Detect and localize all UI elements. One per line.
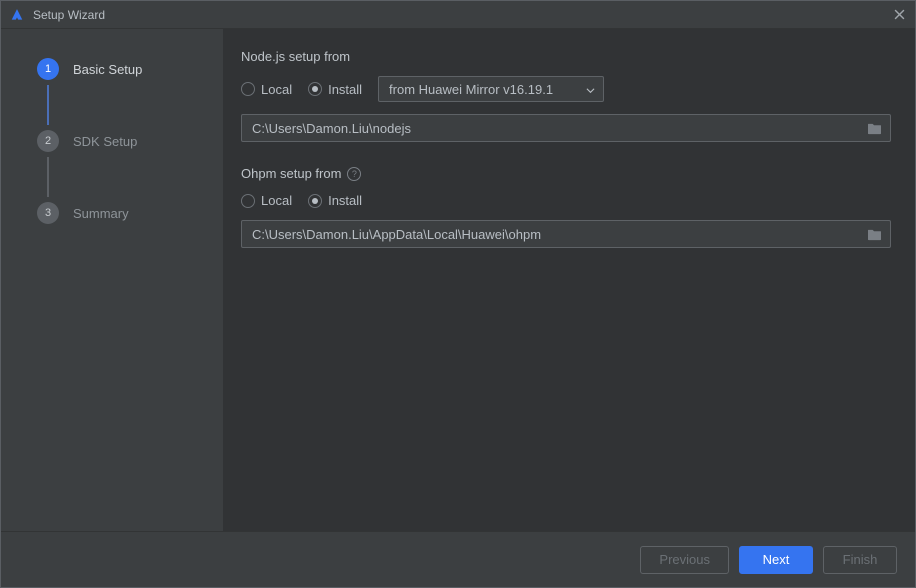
wizard-body: 1 Basic Setup 2 SDK Setup 3 Summary Node…: [1, 29, 915, 531]
window-title: Setup Wizard: [33, 8, 891, 22]
ohpm-local-radio[interactable]: Local: [241, 193, 292, 208]
radio-label: Install: [328, 193, 362, 208]
setup-wizard-window: Setup Wizard 1 Basic Setup 2 SDK Setup 3…: [0, 0, 916, 588]
folder-browse-icon[interactable]: [867, 228, 882, 241]
step-connector: [47, 157, 49, 197]
title-bar: Setup Wizard: [1, 1, 915, 29]
close-icon[interactable]: [891, 7, 907, 23]
radio-icon: [241, 194, 255, 208]
step-label: SDK Setup: [73, 134, 137, 149]
nodejs-path-input[interactable]: C:\Users\Damon.Liu\nodejs: [241, 114, 891, 142]
nodejs-local-radio[interactable]: Local: [241, 82, 292, 97]
path-value: C:\Users\Damon.Liu\nodejs: [252, 121, 867, 136]
nodejs-install-radio[interactable]: Install: [308, 82, 362, 97]
radio-icon: [308, 194, 322, 208]
nodejs-heading-text: Node.js setup from: [241, 49, 350, 64]
radio-label: Local: [261, 82, 292, 97]
nodejs-radio-row: Local Install from Huawei Mirror v16.19.…: [241, 76, 891, 102]
app-logo-icon: [9, 7, 25, 23]
radio-label: Install: [328, 82, 362, 97]
chevron-down-icon: [586, 82, 595, 97]
step-summary[interactable]: 3 Summary: [1, 197, 223, 229]
content-panel: Node.js setup from Local Install from Hu…: [223, 29, 915, 531]
step-label: Summary: [73, 206, 129, 221]
step-number: 2: [37, 130, 59, 152]
steps-sidebar: 1 Basic Setup 2 SDK Setup 3 Summary: [1, 29, 223, 531]
next-button[interactable]: Next: [739, 546, 813, 574]
step-label: Basic Setup: [73, 62, 142, 77]
ohpm-path-input[interactable]: C:\Users\Damon.Liu\AppData\Local\Huawei\…: [241, 220, 891, 248]
step-sdk-setup[interactable]: 2 SDK Setup: [1, 125, 223, 157]
radio-label: Local: [261, 193, 292, 208]
finish-button[interactable]: Finish: [823, 546, 897, 574]
ohpm-radio-row: Local Install: [241, 193, 891, 208]
step-basic-setup[interactable]: 1 Basic Setup: [1, 53, 223, 85]
nodejs-version-dropdown[interactable]: from Huawei Mirror v16.19.1: [378, 76, 604, 102]
folder-browse-icon[interactable]: [867, 122, 882, 135]
previous-button[interactable]: Previous: [640, 546, 729, 574]
step-number: 3: [37, 202, 59, 224]
ohpm-heading-text: Ohpm setup from: [241, 166, 341, 181]
step-connector: [47, 85, 49, 125]
help-icon[interactable]: ?: [347, 167, 361, 181]
step-number: 1: [37, 58, 59, 80]
ohpm-install-radio[interactable]: Install: [308, 193, 362, 208]
nodejs-section-heading: Node.js setup from: [241, 49, 891, 64]
ohpm-section-heading: Ohpm setup from ?: [241, 166, 891, 181]
path-value: C:\Users\Damon.Liu\AppData\Local\Huawei\…: [252, 227, 867, 242]
dropdown-value: from Huawei Mirror v16.19.1: [389, 82, 553, 97]
radio-icon: [241, 82, 255, 96]
wizard-footer: Previous Next Finish: [1, 531, 915, 587]
radio-icon: [308, 82, 322, 96]
